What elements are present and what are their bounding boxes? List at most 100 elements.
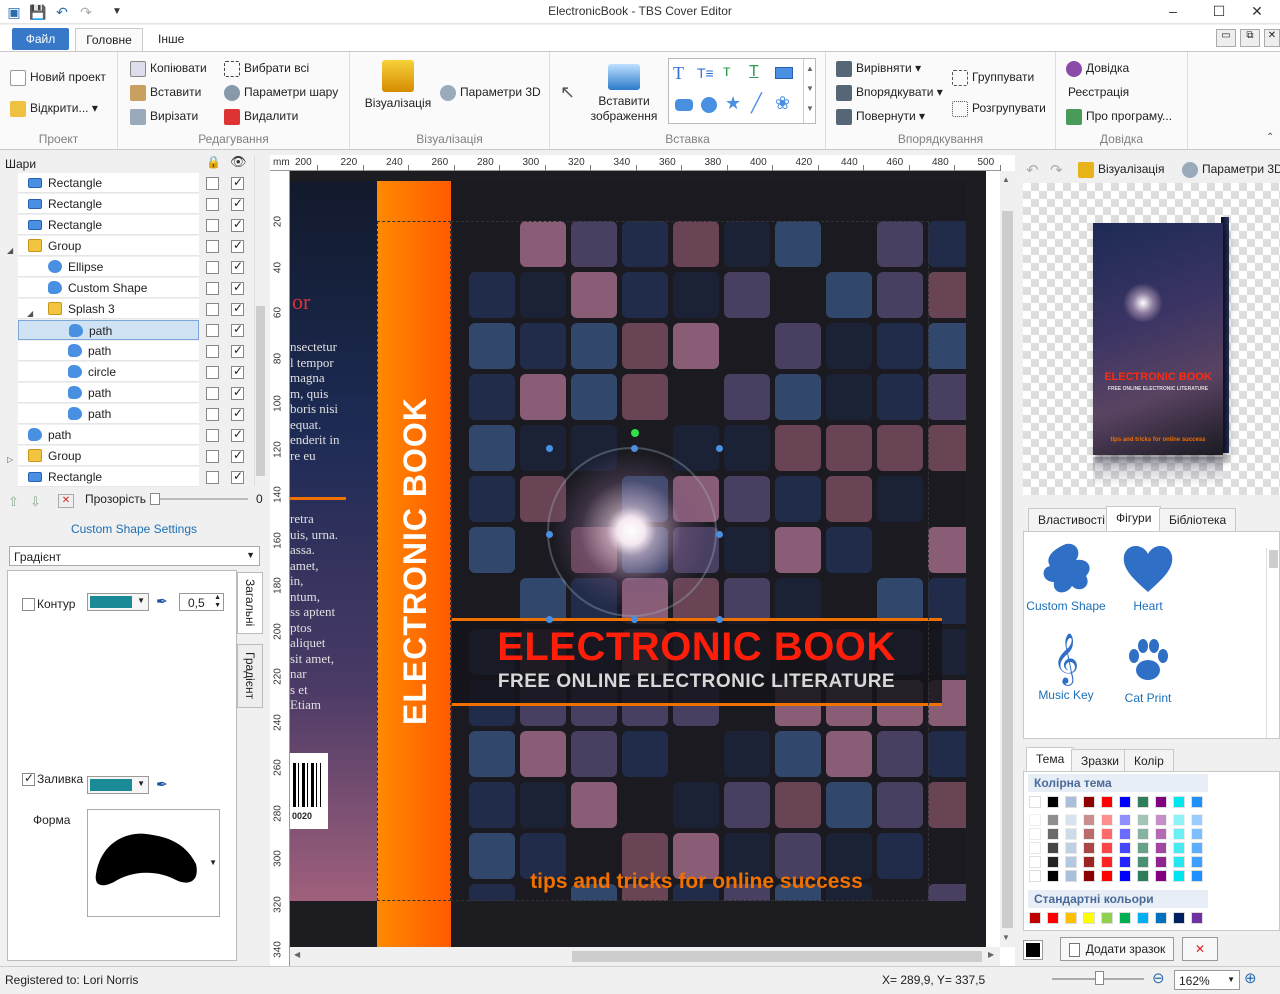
theme-swatch[interactable]: [1083, 796, 1095, 808]
layer-list-scrollbar[interactable]: [254, 156, 266, 486]
theme-swatch[interactable]: [1047, 870, 1059, 882]
theme-swatch[interactable]: [1137, 796, 1149, 808]
delete-button[interactable]: Видалити: [224, 105, 298, 127]
eyedropper-icon[interactable]: ✒: [156, 593, 168, 610]
opacity-slider[interactable]: [150, 498, 248, 500]
theme-swatch[interactable]: [1065, 814, 1077, 826]
shape-heart[interactable]: Heart: [1108, 538, 1188, 613]
visibility-checkbox[interactable]: [231, 448, 244, 463]
theme-swatch[interactable]: [1137, 828, 1149, 840]
add-sample-button[interactable]: Додати зразок: [1060, 937, 1174, 961]
align-button[interactable]: Вирівняти ▾: [836, 57, 921, 79]
visibility-checkbox[interactable]: [231, 322, 244, 337]
lock-checkbox[interactable]: [206, 261, 219, 274]
resize-handle[interactable]: [631, 445, 638, 452]
scroll-thumb[interactable]: [256, 306, 265, 476]
theme-swatch[interactable]: [1101, 796, 1113, 808]
lock-checkbox[interactable]: [206, 324, 219, 337]
ribbon-restore-button[interactable]: ⧉: [1240, 29, 1260, 47]
layer-row[interactable]: Ellipse: [18, 257, 199, 277]
paste-button[interactable]: Вставити: [130, 81, 201, 103]
tab-other[interactable]: Інше: [148, 28, 194, 51]
theme-swatch[interactable]: [1065, 856, 1077, 868]
theme-swatch[interactable]: [1119, 796, 1131, 808]
theme-swatch[interactable]: [1119, 828, 1131, 840]
zoom-select[interactable]: 162% ▼: [1174, 970, 1240, 990]
lock-checkbox[interactable]: [206, 198, 219, 211]
theme-swatch[interactable]: [1065, 842, 1077, 854]
standard-swatch[interactable]: [1173, 912, 1185, 924]
theme-swatch[interactable]: [1137, 870, 1149, 882]
theme-swatch[interactable]: [1119, 842, 1131, 854]
zoom-slider-thumb[interactable]: [1095, 971, 1104, 985]
rotate-handle[interactable]: [631, 429, 639, 437]
theme-swatch[interactable]: [1029, 796, 1041, 808]
theme-swatch[interactable]: [1047, 814, 1059, 826]
lock-checkbox[interactable]: [206, 345, 219, 358]
visibility-checkbox[interactable]: [231, 364, 244, 379]
custom-shape-tool-icon[interactable]: ❀: [775, 93, 790, 114]
ribbon-minimize-button[interactable]: ▭: [1216, 29, 1236, 47]
outline-width-spinner[interactable]: 0,5 ▲ ▼: [179, 593, 224, 611]
visibility-checkbox[interactable]: [231, 217, 244, 232]
visibility-checkbox[interactable]: [231, 385, 244, 400]
theme-swatch[interactable]: [1191, 842, 1203, 854]
standard-swatch[interactable]: [1191, 912, 1203, 924]
lock-checkbox[interactable]: [206, 471, 219, 484]
lock-checkbox[interactable]: [206, 387, 219, 400]
order-button[interactable]: Впорядкувати ▾: [836, 81, 943, 103]
tab-samples[interactable]: Зразки: [1071, 749, 1129, 773]
visibility-checkbox[interactable]: [231, 259, 244, 274]
scroll-left-icon[interactable]: ◀: [294, 950, 300, 959]
remove-sample-button[interactable]: ✕: [1182, 937, 1218, 961]
theme-swatch[interactable]: [1047, 842, 1059, 854]
resize-handle[interactable]: [546, 616, 553, 623]
theme-swatch[interactable]: [1083, 814, 1095, 826]
star-tool-icon[interactable]: ★: [725, 93, 741, 114]
zoom-in-icon[interactable]: ⊕: [1244, 969, 1257, 987]
visibility-checkbox[interactable]: [231, 280, 244, 295]
minimize-button[interactable]: –: [1150, 0, 1196, 24]
copy-button[interactable]: Копіювати: [130, 57, 207, 79]
close-button[interactable]: ✕: [1234, 0, 1280, 24]
fill-type-select[interactable]: Градієнт ▼: [9, 546, 260, 566]
standard-swatch[interactable]: [1047, 912, 1059, 924]
move-down-icon[interactable]: ⇩: [30, 494, 41, 510]
preview-undo-icon[interactable]: ↶: [1026, 161, 1039, 179]
theme-swatch[interactable]: [1173, 870, 1185, 882]
help-button[interactable]: Довідка: [1066, 57, 1129, 79]
theme-swatch[interactable]: [1065, 870, 1077, 882]
theme-swatch[interactable]: [1083, 870, 1095, 882]
pointer-icon[interactable]: ↖: [560, 82, 575, 103]
shapes-scrollbar[interactable]: [1266, 548, 1279, 738]
current-color-swatch[interactable]: [1023, 940, 1043, 960]
lock-checkbox[interactable]: [206, 408, 219, 421]
preview-visualize-button[interactable]: Візуалізація: [1078, 158, 1164, 180]
visibility-checkbox[interactable]: [231, 427, 244, 442]
canvas-hscroll[interactable]: ◀ ▶: [290, 947, 1000, 966]
theme-swatch[interactable]: [1047, 828, 1059, 840]
layer-params-button[interactable]: Параметри шару: [224, 81, 338, 103]
insert-image-button[interactable]: Вставити зображення: [588, 64, 660, 124]
shape-cat-print[interactable]: Cat Print: [1108, 630, 1188, 705]
text-tool-icon[interactable]: T: [673, 63, 684, 84]
theme-swatch[interactable]: [1119, 870, 1131, 882]
layer-row[interactable]: path: [18, 320, 199, 340]
theme-swatch[interactable]: [1083, 856, 1095, 868]
theme-swatch[interactable]: [1191, 870, 1203, 882]
theme-swatch[interactable]: [1029, 842, 1041, 854]
rounded-rect-tool-icon[interactable]: [675, 99, 693, 111]
standard-swatch[interactable]: [1065, 912, 1077, 924]
theme-swatch[interactable]: [1083, 828, 1095, 840]
lock-checkbox[interactable]: [206, 282, 219, 295]
visibility-checkbox[interactable]: [231, 238, 244, 253]
lock-checkbox[interactable]: [206, 366, 219, 379]
theme-swatch[interactable]: [1191, 796, 1203, 808]
scroll-right-icon[interactable]: ▶: [988, 950, 994, 959]
theme-swatch[interactable]: [1065, 796, 1077, 808]
theme-swatch[interactable]: [1101, 814, 1113, 826]
expand-icon[interactable]: ◢: [7, 241, 13, 261]
resize-handle[interactable]: [716, 445, 723, 452]
theme-swatch[interactable]: [1047, 856, 1059, 868]
line-tool-icon[interactable]: ╱: [751, 93, 762, 114]
